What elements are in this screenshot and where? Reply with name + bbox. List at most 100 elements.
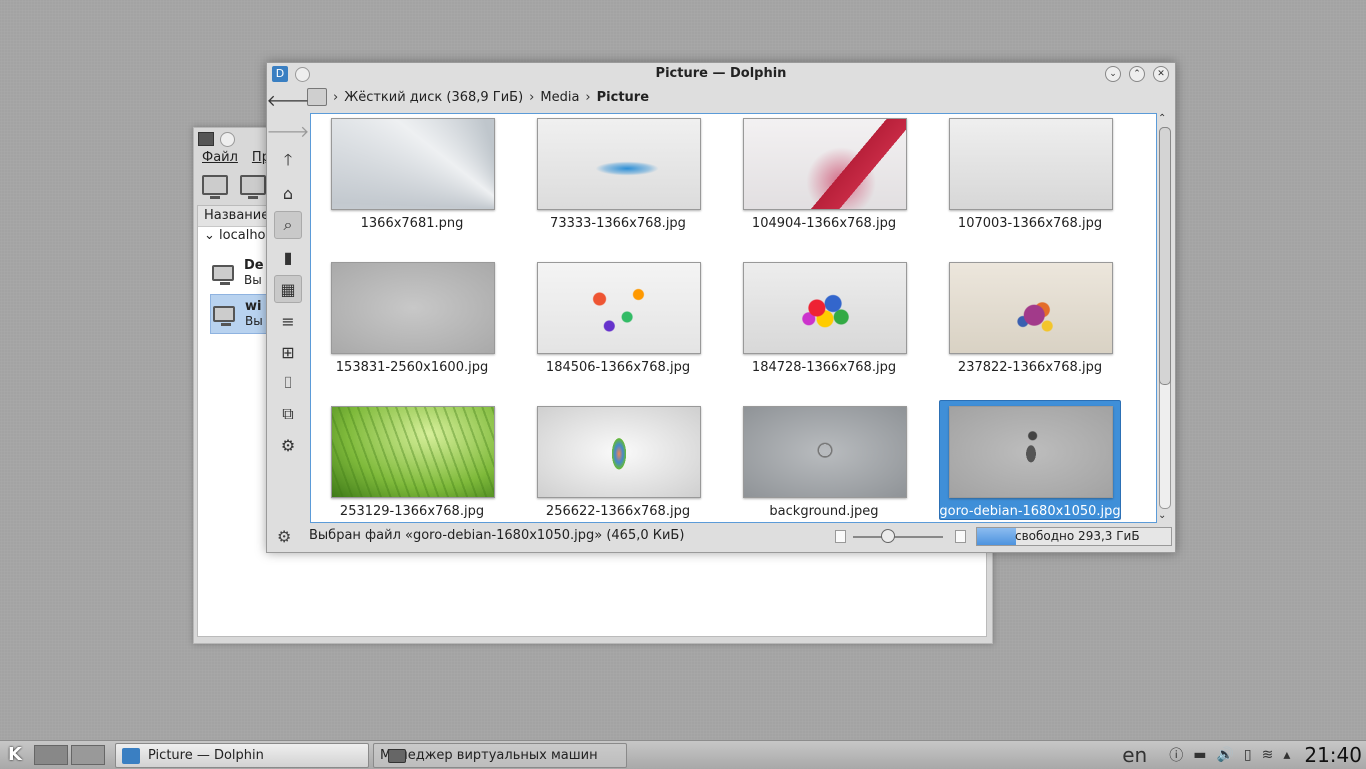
dolphin-titlebar[interactable]: D Picture — Dolphin ⌄ ⌃ ✕ <box>267 63 1175 85</box>
image-thumbnail[interactable] <box>949 406 1113 498</box>
file-item[interactable]: 73333-1366x768.jpg <box>533 116 739 260</box>
file-view[interactable]: 1366x7681.png 73333-1366x768.jpg 104904-13… <box>310 113 1157 523</box>
zoom-track[interactable] <box>853 536 943 538</box>
settings-gear-icon[interactable]: ⚙ <box>275 432 301 458</box>
kde-menu-icon[interactable]: K <box>3 743 27 767</box>
vm-icon <box>213 306 235 326</box>
bookmark-icon[interactable]: ▮ <box>275 244 301 270</box>
file-item[interactable]: 107003-1366x768.jpg <box>945 116 1151 260</box>
maximize-button[interactable]: ⌃ <box>1129 66 1145 82</box>
desktop-pager <box>34 745 105 765</box>
image-thumbnail[interactable] <box>331 118 495 210</box>
keyboard-layout[interactable]: en <box>1122 743 1147 767</box>
status-gear-icon[interactable]: ⚙ <box>277 527 291 546</box>
scroll-up-icon[interactable]: ⌃ <box>1158 113 1166 124</box>
task-virt-manager[interactable]: Менеджер виртуальных машин <box>373 743 627 768</box>
vm-icon <box>212 265 234 285</box>
image-thumbnail[interactable] <box>743 118 907 210</box>
scrollbar-handle[interactable] <box>1159 127 1171 385</box>
file-item[interactable]: 237822-1366x768.jpg <box>945 260 1151 404</box>
status-message: Выбран файл «goro-debian-1680x1050.jpg» … <box>309 528 685 543</box>
zoom-in-icon[interactable] <box>955 530 966 543</box>
dolphin-window[interactable]: D Picture — Dolphin ⌄ ⌃ ✕ › Жёсткий диск… <box>266 62 1176 553</box>
new-vm-icon[interactable] <box>202 175 228 199</box>
free-space-label: свободно 293,3 ГиБ <box>1015 529 1140 543</box>
file-item[interactable]: 253129-1366x768.jpg <box>327 404 533 522</box>
image-thumbnail[interactable] <box>743 406 907 498</box>
minimize-button[interactable]: ⌄ <box>1105 66 1121 82</box>
breadcrumb-media[interactable]: Media <box>540 90 579 105</box>
virt-manager-tray-icon[interactable]: ▬ <box>1193 747 1206 763</box>
dolphin-task-icon <box>122 747 140 764</box>
chevron-right-icon[interactable]: › <box>333 90 338 105</box>
taskbar: K Picture — Dolphin Менеджер виртуальных… <box>0 740 1366 769</box>
home-icon[interactable]: ⌂ <box>275 180 301 206</box>
file-item[interactable]: 1366x7681.png <box>327 116 533 260</box>
vm-row[interactable]: De Вы <box>212 254 264 292</box>
breadcrumb-drive[interactable]: Жёсткий диск (368,9 ГиБ) <box>344 90 523 105</box>
scroll-down-icon[interactable]: ⌄ <box>1158 510 1166 521</box>
file-name: 73333-1366x768.jpg <box>550 216 686 231</box>
preview-icon[interactable]: ⌕ <box>274 211 302 239</box>
chevron-right-icon[interactable]: › <box>529 90 534 105</box>
tray-expand-icon[interactable]: ▴ <box>1283 747 1290 763</box>
file-item[interactable]: background.jpeg <box>739 404 945 522</box>
vm-status: Вы <box>245 314 263 328</box>
used-space-fill <box>977 528 1016 545</box>
hard-drive-icon[interactable] <box>307 88 327 106</box>
file-item[interactable]: 104904-1366x768.jpg <box>739 116 945 260</box>
file-item[interactable]: 153831-2560x1600.jpg <box>327 260 533 404</box>
info-icon[interactable]: ⓘ <box>1169 745 1183 765</box>
file-name: 107003-1366x768.jpg <box>957 216 1103 231</box>
vertical-scrollbar[interactable]: ⌃ ⌄ <box>1157 113 1171 521</box>
menu-file[interactable]: Файл <box>202 150 238 165</box>
image-thumbnail[interactable] <box>537 118 701 210</box>
details-view-icon[interactable]: ≡ <box>275 308 301 334</box>
breadcrumb-current[interactable]: Picture <box>597 90 649 105</box>
file-name: 184728-1366x768.jpg <box>751 360 897 375</box>
clipboard-icon[interactable]: ▯ <box>1244 747 1252 763</box>
file-name: 237822-1366x768.jpg <box>957 360 1103 375</box>
terminal-icon[interactable]: ⌷ <box>275 370 301 396</box>
file-item[interactable]: 256622-1366x768.jpg <box>533 404 739 522</box>
image-thumbnail[interactable] <box>743 262 907 354</box>
zoom-knob[interactable] <box>881 529 896 543</box>
volume-icon[interactable]: 🔊 <box>1216 747 1233 763</box>
file-name: 1366x7681.png <box>360 216 464 231</box>
desktop-2[interactable] <box>71 745 105 765</box>
image-thumbnail[interactable] <box>537 262 701 354</box>
toolbar: 🡐 🡒 🡑 ⌂ ⌕ ▮ ▦ ≡ ⊞ ⌷ ⧉ ⚙ <box>267 87 310 463</box>
chevron-right-icon[interactable]: › <box>585 90 590 105</box>
filter-icon[interactable]: ⧉ <box>275 401 301 427</box>
file-name: 104904-1366x768.jpg <box>751 216 897 231</box>
image-thumbnail[interactable] <box>949 118 1113 210</box>
file-name: goro-debian-1680x1050.jpg <box>939 504 1121 519</box>
vm-name: wi <box>245 299 262 314</box>
task-label: Picture — Dolphin <box>148 748 264 763</box>
split-view-icon[interactable]: ⊞ <box>275 339 301 365</box>
back-arrow-icon[interactable]: 🡐 <box>267 87 310 113</box>
image-thumbnail[interactable] <box>331 406 495 498</box>
icons-view-icon[interactable]: ▦ <box>274 275 302 303</box>
zoom-out-icon[interactable] <box>835 530 846 543</box>
file-item[interactable]: 184728-1366x768.jpg <box>739 260 945 404</box>
image-thumbnail[interactable] <box>537 406 701 498</box>
virt-manager-app-icon <box>198 132 214 146</box>
image-thumbnail[interactable] <box>949 262 1113 354</box>
free-space-indicator[interactable]: свободно 293,3 ГиБ <box>976 527 1172 546</box>
vm-row-selected[interactable]: wi Вы <box>210 294 274 334</box>
up-arrow-icon[interactable]: 🡑 <box>275 149 301 175</box>
zoom-slider[interactable] <box>833 528 973 544</box>
window-menu-button[interactable] <box>220 131 235 147</box>
file-item[interactable]: 184506-1366x768.jpg <box>533 260 739 404</box>
task-dolphin[interactable]: Picture — Dolphin <box>115 743 369 768</box>
wifi-icon[interactable]: ≋ <box>1262 747 1274 763</box>
close-button[interactable]: ✕ <box>1153 66 1169 82</box>
desktop-1[interactable] <box>34 745 68 765</box>
open-vm-icon[interactable] <box>240 175 266 199</box>
image-thumbnail[interactable] <box>331 262 495 354</box>
forward-arrow-icon[interactable]: 🡒 <box>267 118 310 144</box>
file-item-selected[interactable]: goro-debian-1680x1050.jpg <box>939 400 1151 522</box>
clock[interactable]: 21:40 <box>1304 743 1362 767</box>
virt-manager-menubar: Файл Пр <box>202 150 270 165</box>
